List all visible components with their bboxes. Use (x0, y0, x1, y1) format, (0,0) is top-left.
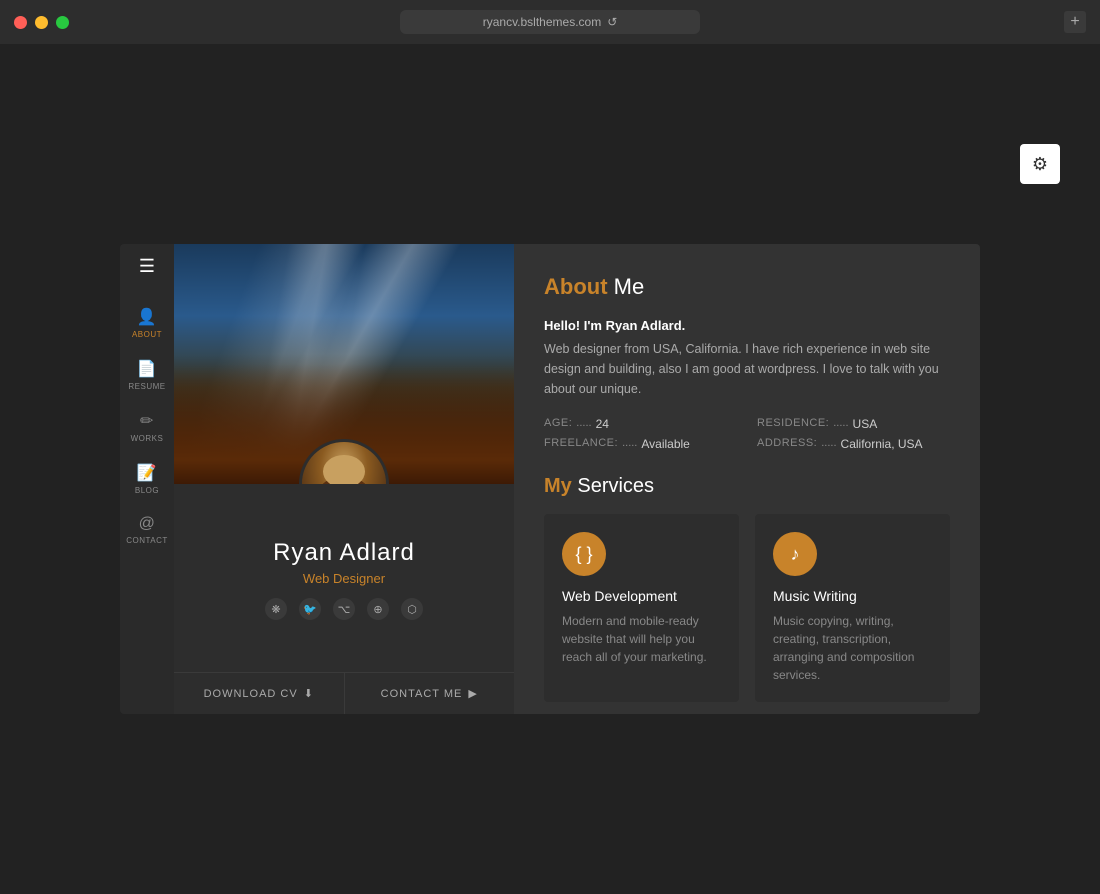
freelance-value: Available (641, 437, 689, 451)
info-age: AGE: ..... 24 (544, 417, 737, 431)
social-other-icon[interactable]: ⬡ (401, 598, 423, 620)
new-tab-button[interactable]: + (1064, 11, 1086, 33)
profile-name: Ryan Adlard (273, 539, 415, 567)
info-freelance: FREELANCE: ..... Available (544, 437, 737, 451)
about-intro-bold: Hello! I'm Ryan Adlard. (544, 318, 950, 333)
titlebar: ryancv.bslthemes.com ↺ + (0, 0, 1100, 44)
services-title-highlight: My (544, 475, 572, 497)
web-dev-icon: { } (562, 532, 606, 576)
avatar (299, 439, 389, 484)
services-grid: { } Web Development Modern and mobile-re… (544, 514, 950, 702)
profile-title: Web Designer (303, 571, 385, 586)
content-panel: About Me Hello! I'm Ryan Adlard. Web des… (514, 244, 980, 714)
about-title-highlight: About (544, 274, 608, 299)
social-spotify-icon[interactable]: ⊕ (367, 598, 389, 620)
services-section-title: My Services (544, 475, 950, 498)
address-dots: ..... (821, 437, 836, 451)
address-value: California, USA (841, 437, 923, 451)
settings-button[interactable]: ⚙ (1020, 144, 1060, 184)
sidebar-label-works: WORKS (131, 434, 164, 443)
info-residence: RESIDENCE: ..... USA (757, 417, 950, 431)
close-button[interactable] (14, 16, 27, 29)
fullscreen-button[interactable] (56, 16, 69, 29)
profile-card: Ryan Adlard Web Designer ❋ 🐦 ⌥ ⊕ ⬡ DOWNL… (174, 244, 514, 714)
download-cv-label: DOWNLOAD CV (204, 688, 298, 700)
address-label: ADDRESS: (757, 437, 817, 451)
card-container: ☰ 👤 ABOUT 📄 RESUME ✏ WORKS 📝 BLOG (120, 244, 980, 714)
sidebar-item-resume[interactable]: 📄 RESUME (120, 349, 174, 401)
download-icon: ⬇ (304, 687, 314, 700)
music-name: Music Writing (773, 588, 932, 604)
gear-icon: ⚙ (1032, 154, 1048, 175)
url-text: ryancv.bslthemes.com (483, 15, 601, 29)
services-section: My Services { } Web Development Modern a… (544, 475, 950, 702)
hamburger-menu-icon[interactable]: ☰ (139, 256, 155, 277)
at-icon: @ (139, 515, 156, 533)
about-title-rest: Me (608, 274, 645, 299)
person-icon: 👤 (137, 307, 157, 327)
residence-value: USA (853, 417, 878, 431)
service-music-writing: ♪ Music Writing Music copying, writing, … (755, 514, 950, 702)
refresh-icon[interactable]: ↺ (607, 15, 617, 29)
arrow-right-icon: ▶ (468, 687, 477, 700)
pencil-icon: ✏ (140, 411, 154, 431)
social-links: ❋ 🐦 ⌥ ⊕ ⬡ (265, 598, 423, 620)
sidebar-label-resume: RESUME (128, 382, 165, 391)
code-icon: { } (575, 544, 592, 565)
services-title-rest: Services (572, 475, 654, 497)
social-twitter-icon[interactable]: 🐦 (299, 598, 321, 620)
web-dev-name: Web Development (562, 588, 721, 604)
browser-content: ⚙ ☰ 👤 ABOUT 📄 RESUME ✏ WORKS 📝 (0, 44, 1100, 894)
about-intro-text: Web designer from USA, California. I hav… (544, 339, 950, 399)
sidebar-item-contact[interactable]: @ CONTACT (120, 505, 174, 555)
service-web-development: { } Web Development Modern and mobile-re… (544, 514, 739, 702)
sidebar-item-about[interactable]: 👤 ABOUT (120, 297, 174, 349)
freelance-label: FREELANCE: (544, 437, 618, 451)
blog-icon: 📝 (137, 463, 157, 483)
residence-label: RESIDENCE: (757, 417, 829, 431)
sidebar-item-blog[interactable]: 📝 BLOG (120, 453, 174, 505)
address-bar[interactable]: ryancv.bslthemes.com ↺ (400, 10, 700, 34)
sidebar-item-works[interactable]: ✏ WORKS (120, 401, 174, 453)
info-address: ADDRESS: ..... California, USA (757, 437, 950, 451)
music-desc: Music copying, writing, creating, transc… (773, 612, 932, 684)
music-icon-wrap: ♪ (773, 532, 817, 576)
age-label: AGE: (544, 417, 572, 431)
age-value: 24 (596, 417, 609, 431)
profile-info: Ryan Adlard Web Designer ❋ 🐦 ⌥ ⊕ ⬡ (174, 484, 514, 672)
about-info-grid: AGE: ..... 24 RESIDENCE: ..... USA FREEL… (544, 417, 950, 451)
profile-actions: DOWNLOAD CV ⬇ CONTACT ME ▶ (174, 672, 514, 714)
sidebar: ☰ 👤 ABOUT 📄 RESUME ✏ WORKS 📝 BLOG (120, 244, 174, 714)
sidebar-label-about: ABOUT (132, 330, 162, 339)
minimize-button[interactable] (35, 16, 48, 29)
about-section-title: About Me (544, 274, 950, 300)
download-cv-button[interactable]: DOWNLOAD CV ⬇ (174, 673, 345, 714)
sidebar-label-blog: BLOG (135, 486, 159, 495)
social-dribbble-icon[interactable]: ❋ (265, 598, 287, 620)
document-icon: 📄 (137, 359, 157, 379)
freelance-dots: ..... (622, 437, 637, 451)
contact-me-label: CONTACT ME (381, 688, 463, 700)
age-dots: ..... (576, 417, 591, 431)
profile-hero-image (174, 244, 514, 484)
traffic-lights (14, 16, 69, 29)
about-section: About Me Hello! I'm Ryan Adlard. Web des… (544, 274, 950, 451)
residence-dots: ..... (833, 417, 848, 431)
avatar-image (302, 442, 386, 484)
web-dev-desc: Modern and mobile-ready website that wil… (562, 612, 721, 666)
contact-me-button[interactable]: CONTACT ME ▶ (345, 673, 515, 714)
music-note-icon: ♪ (791, 544, 800, 565)
sidebar-label-contact: CONTACT (126, 536, 168, 545)
social-github-icon[interactable]: ⌥ (333, 598, 355, 620)
